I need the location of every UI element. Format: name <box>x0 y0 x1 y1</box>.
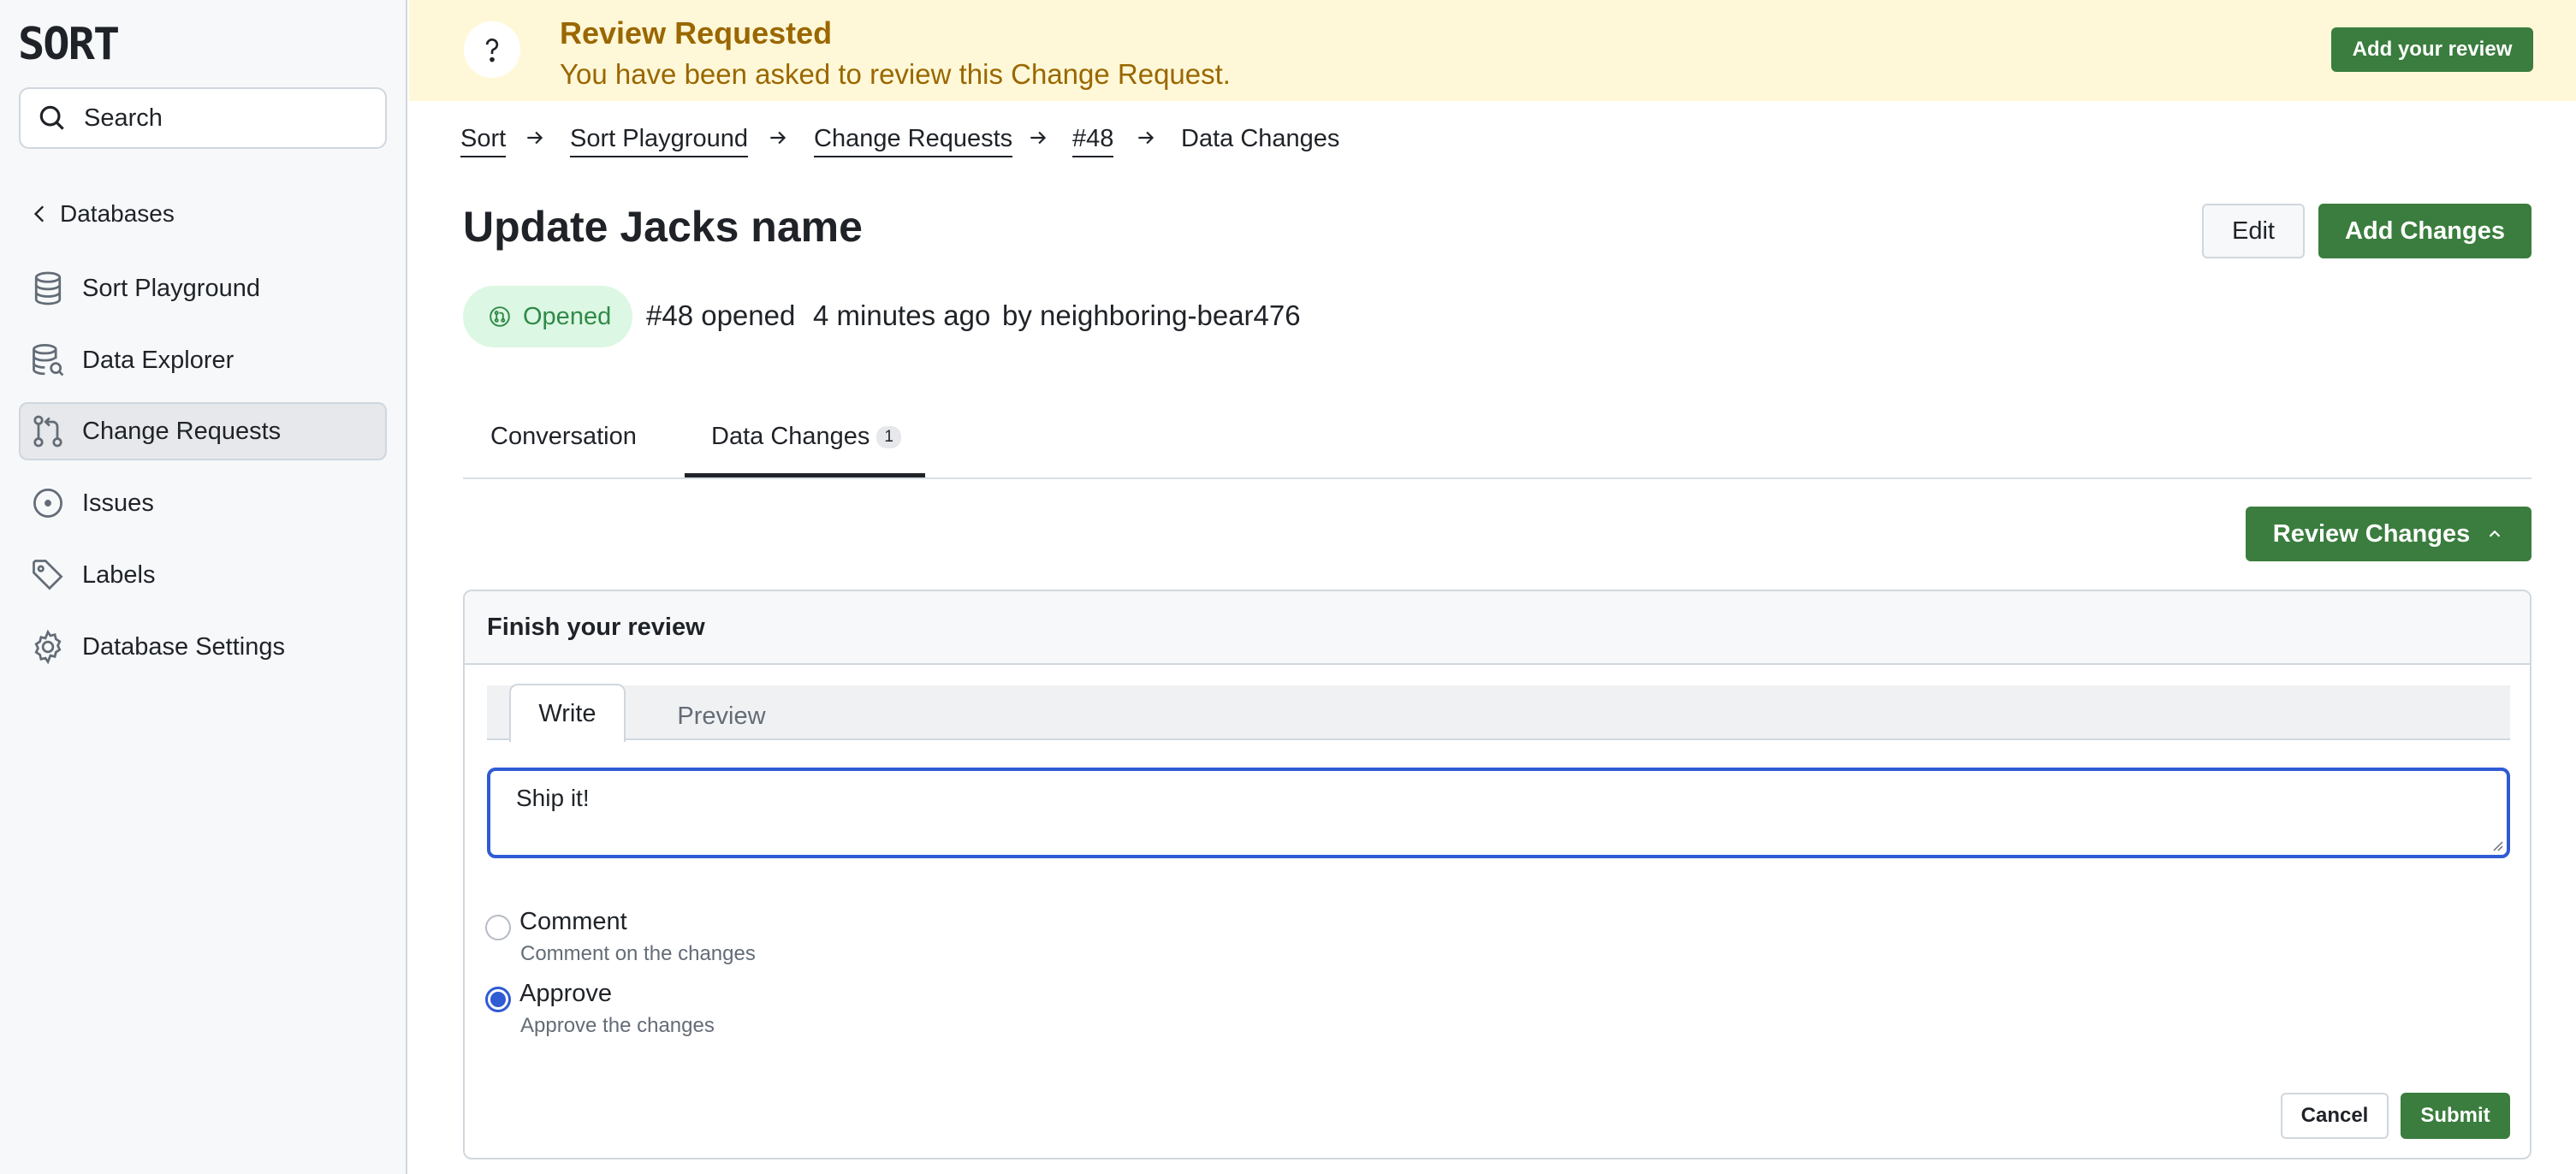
add-changes-button[interactable]: Add Changes <box>2318 204 2531 258</box>
breadcrumb-sort-playground[interactable]: Sort Playground <box>570 122 748 157</box>
review-panel: Finish your review Write Preview Ship it… <box>463 590 2531 1159</box>
tab-preview[interactable]: Preview <box>655 685 788 747</box>
editor-tabs: Write Preview <box>487 684 2510 742</box>
review-panel-title: Finish your review <box>487 614 705 641</box>
sidebar-item-database-settings[interactable]: Database Settings <box>19 618 387 676</box>
comment-option-label: Comment <box>519 908 627 935</box>
breadcrumb-change-requests[interactable]: Change Requests <box>814 122 1013 157</box>
chevron-left-icon <box>33 205 45 222</box>
tab-count-badge: 1 <box>876 426 901 449</box>
edit-button[interactable]: Edit <box>2202 204 2305 258</box>
review-changes-button[interactable]: Review Changes <box>2246 507 2531 561</box>
status-badge: Opened <box>463 286 632 347</box>
banner-title: Review Requested <box>560 15 833 50</box>
tabs-divider <box>463 477 2531 479</box>
submit-button[interactable]: Submit <box>2401 1093 2510 1139</box>
breadcrumb-sort[interactable]: Sort <box>460 122 507 157</box>
search-input[interactable]: Search <box>19 87 387 149</box>
review-panel-header: Finish your review <box>465 591 2530 665</box>
search-icon <box>39 105 64 130</box>
approve-radio[interactable] <box>485 987 511 1012</box>
breadcrumb-cr-number[interactable]: #48 <box>1072 122 1114 157</box>
databases-back-link[interactable]: Databases <box>29 195 175 233</box>
question-icon <box>464 21 520 78</box>
arrow-right-icon <box>527 131 543 145</box>
sidebar-item-labels[interactable]: Labels <box>19 546 387 604</box>
review-comment-textarea[interactable]: Ship it! <box>487 768 2510 858</box>
chevron-up-icon <box>2489 530 2501 537</box>
approve-option-label: Approve <box>519 980 613 1007</box>
back-link-label: Databases <box>60 200 175 227</box>
pull-request-icon <box>490 306 510 327</box>
tab-conversation[interactable]: Conversation <box>490 423 637 451</box>
add-your-review-button[interactable]: Add your review <box>2331 27 2533 72</box>
logo-text: SORT <box>18 21 119 62</box>
approve-option-description: Approve the changes <box>520 1014 715 1037</box>
sidebar-item-issues[interactable]: Issues <box>19 474 387 532</box>
arrow-right-icon <box>1138 131 1154 145</box>
review-changes-label: Review Changes <box>2272 519 2471 548</box>
tag-icon <box>33 560 63 590</box>
sidebar-item-label: Change Requests <box>82 417 282 445</box>
sidebar-item-label: Issues <box>82 489 154 517</box>
sidebar-item-label: Database Settings <box>82 632 285 661</box>
sort-logo[interactable]: SORT <box>18 21 186 62</box>
breadcrumb-current: Data Changes <box>1181 125 1340 152</box>
tab-write[interactable]: Write <box>509 684 626 742</box>
comment-option-description: Comment on the changes <box>520 942 756 965</box>
gear-icon <box>34 629 62 665</box>
banner-subtitle: You have been asked to review this Chang… <box>560 58 1231 90</box>
tab-data-changes[interactable]: Data Changes 1 <box>711 423 901 451</box>
sidebar-item-label: Labels <box>82 560 156 589</box>
opened-time: 4 minutes ago <box>813 299 991 331</box>
database-search-icon <box>33 344 64 377</box>
sidebar-item-label: Data Explorer <box>82 346 234 374</box>
pull-request-icon <box>33 415 62 448</box>
search-placeholder: Search <box>84 104 163 132</box>
review-requested-banner: Review Requested You have been asked to … <box>409 0 2576 101</box>
cancel-button[interactable]: Cancel <box>2281 1093 2389 1139</box>
status-label: Opened <box>523 302 612 330</box>
sidebar-item-data-explorer[interactable]: Data Explorer <box>19 331 387 389</box>
comment-radio[interactable] <box>485 915 511 940</box>
sidebar: SORT Search Databases Sort Playground Da… <box>0 0 407 1174</box>
resize-handle-icon[interactable] <box>2490 838 2503 851</box>
database-icon <box>34 271 62 305</box>
review-comment-text: Ship it! <box>516 785 590 811</box>
active-tab-indicator <box>685 473 925 477</box>
arrow-right-icon <box>1030 131 1047 145</box>
page-title: Update Jacks name <box>463 203 863 251</box>
cr-number-opened: #48 opened <box>646 299 796 331</box>
sidebar-item-sort-playground[interactable]: Sort Playground <box>19 259 387 317</box>
cr-author: by neighboring-bear476 <box>1002 299 1301 331</box>
sidebar-item-label: Sort Playground <box>82 274 260 302</box>
arrow-right-icon <box>770 131 786 145</box>
issue-circle-icon <box>33 489 62 518</box>
sidebar-item-change-requests[interactable]: Change Requests <box>19 402 387 460</box>
tab-data-changes-label: Data Changes <box>711 423 870 450</box>
